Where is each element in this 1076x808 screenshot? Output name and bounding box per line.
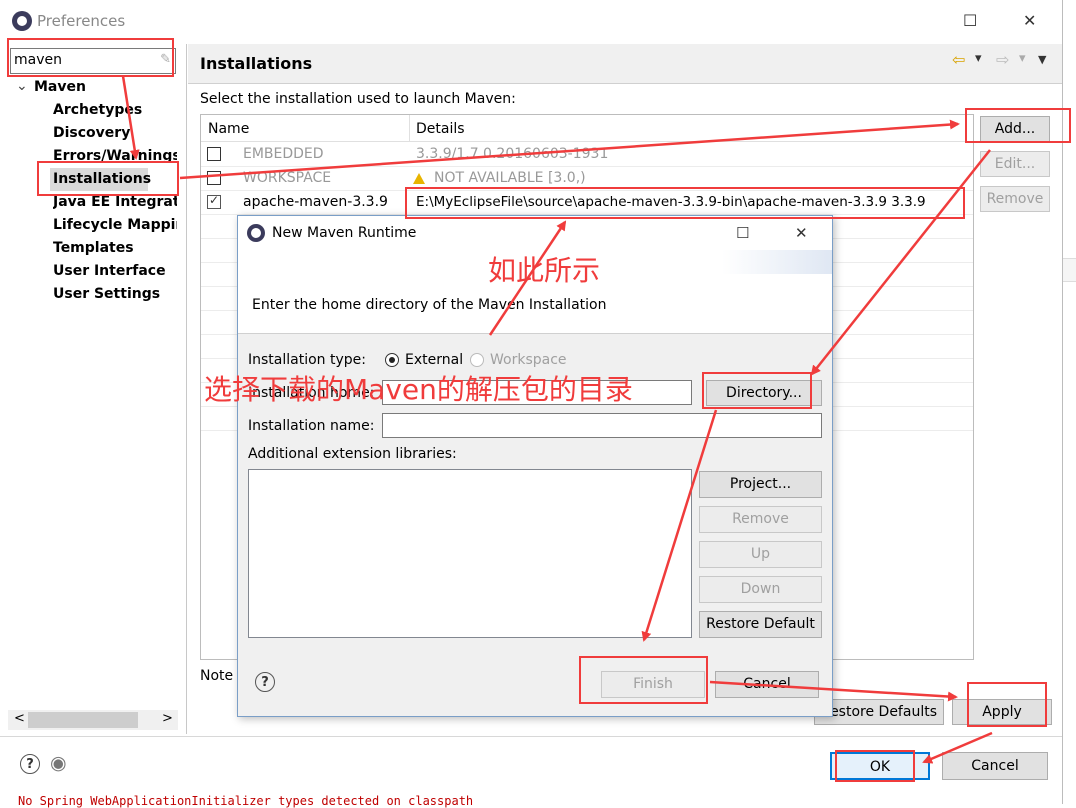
preferences-icon[interactable]: ◉ — [50, 752, 67, 774]
tree-item-installations[interactable]: Installations — [53, 171, 151, 187]
remove-button[interactable]: Remove — [980, 186, 1050, 212]
window-right-edge — [1062, 0, 1063, 804]
dialog-help-icon[interactable]: ? — [255, 672, 275, 692]
view-menu-icon[interactable]: ▼ — [1038, 53, 1046, 66]
tree-item-maven[interactable]: Maven — [34, 79, 86, 95]
warning-icon — [413, 173, 425, 184]
extension-libraries-list[interactable] — [248, 469, 692, 638]
row-checkbox-embedded[interactable] — [207, 147, 221, 161]
scroll-left-icon[interactable]: < — [14, 711, 25, 726]
installation-home-label: Installation home: — [248, 385, 375, 401]
bottom-divider — [0, 736, 1062, 737]
horizontal-scrollbar[interactable]: < > — [8, 710, 178, 730]
cancel-button[interactable]: Cancel — [942, 752, 1048, 780]
clear-icon[interactable]: ✎ — [160, 52, 171, 67]
tree-item-templates[interactable]: Templates — [53, 240, 134, 256]
row-checkbox-apache-maven[interactable]: ✓ — [207, 193, 221, 209]
dialog-banner — [238, 250, 832, 334]
dialog-remove-button[interactable]: Remove — [699, 506, 822, 533]
row-details-embedded: 3.3.9/1.7.0.20160603-1931 — [416, 146, 609, 162]
tree-item-lifecycle[interactable]: Lifecycle Mappir — [53, 217, 177, 233]
row-details-apache-maven: E:\MyEclipseFile\source\apache-maven-3.3… — [416, 194, 926, 210]
installation-name-label: Installation name: — [248, 418, 375, 434]
window-title: Preferences — [37, 12, 126, 30]
page-title: Installations — [200, 54, 313, 73]
ok-button[interactable]: OK — [830, 752, 930, 780]
row-name-embedded[interactable]: EMBEDDED — [243, 146, 324, 162]
background-view-edge — [1062, 258, 1076, 282]
scroll-thumb[interactable] — [28, 712, 138, 728]
column-divider[interactable] — [409, 115, 410, 142]
header-details[interactable]: Details — [416, 121, 465, 137]
forward-icon[interactable]: ⇨ — [996, 50, 1009, 69]
row-checkbox-workspace[interactable] — [207, 171, 221, 185]
scroll-right-icon[interactable]: > — [162, 711, 173, 726]
app-icon — [12, 11, 32, 31]
page-header — [188, 44, 1062, 84]
filter-value: maven — [14, 52, 62, 68]
project-button[interactable]: Project... — [699, 471, 822, 498]
filter-input[interactable]: maven ✎ — [10, 48, 176, 74]
external-radio[interactable] — [385, 353, 399, 367]
maximize-icon[interactable]: ☐ — [963, 11, 977, 30]
back-icon[interactable]: ⇦ — [952, 50, 965, 69]
add-button[interactable]: Add... — [980, 116, 1050, 142]
note-label: Note — [200, 668, 234, 684]
dialog-cancel-button[interactable]: Cancel — [715, 671, 819, 698]
extension-libraries-label: Additional extension libraries: — [248, 446, 457, 462]
dialog-message: Enter the home directory of the Maven In… — [252, 297, 607, 313]
tree-item-errors-warnings[interactable]: Errors/Warnings — [53, 148, 177, 164]
up-button[interactable]: Up — [699, 541, 822, 568]
installation-name-input[interactable] — [382, 413, 822, 438]
dialog-title: New Maven Runtime — [272, 225, 417, 241]
tree-item-user-interface[interactable]: User Interface — [53, 263, 166, 279]
installation-type-label: Installation type: — [248, 352, 366, 368]
workspace-label[interactable]: Workspace — [490, 352, 567, 368]
dialog-close-icon[interactable]: ✕ — [795, 224, 808, 242]
tree-item-user-settings[interactable]: User Settings — [53, 286, 160, 302]
workspace-radio[interactable] — [470, 353, 484, 367]
tree-item-discovery[interactable]: Discovery — [53, 125, 130, 141]
tree-item-archetypes[interactable]: Archetypes — [53, 102, 142, 118]
finish-button[interactable]: Finish — [601, 671, 705, 698]
forward-menu-icon[interactable]: ▾ — [1019, 51, 1026, 66]
installation-home-input[interactable] — [382, 380, 692, 405]
status-text: No Spring WebApplicationInitializer type… — [18, 794, 474, 808]
edit-button[interactable]: Edit... — [980, 151, 1050, 177]
back-menu-icon[interactable]: ▾ — [975, 51, 982, 66]
external-label[interactable]: External — [405, 352, 463, 368]
restore-defaults-button[interactable]: Restore Defaults — [814, 699, 944, 725]
row-name-apache-maven[interactable]: apache-maven-3.3.9 — [243, 194, 388, 210]
down-button[interactable]: Down — [699, 576, 822, 603]
help-icon[interactable]: ? — [20, 754, 40, 774]
pane-divider[interactable] — [186, 44, 187, 734]
directory-button[interactable]: Directory... — [706, 380, 822, 406]
header-name[interactable]: Name — [208, 121, 249, 137]
row-name-workspace[interactable]: WORKSPACE — [243, 170, 331, 186]
tree-toggle-icon[interactable]: ⌄ — [16, 78, 28, 94]
restore-default-button[interactable]: Restore Default — [699, 611, 822, 638]
table-header-row — [201, 115, 973, 142]
row-details-workspace: NOT AVAILABLE [3.0,) — [434, 170, 586, 186]
apply-button[interactable]: Apply — [952, 699, 1052, 725]
dialog-maximize-icon[interactable]: ☐ — [736, 224, 749, 242]
dialog-icon — [247, 224, 265, 242]
close-icon[interactable]: ✕ — [1023, 11, 1036, 30]
tree-item-java-ee[interactable]: Java EE Integrati — [53, 194, 177, 210]
page-description: Select the installation used to launch M… — [200, 91, 516, 107]
